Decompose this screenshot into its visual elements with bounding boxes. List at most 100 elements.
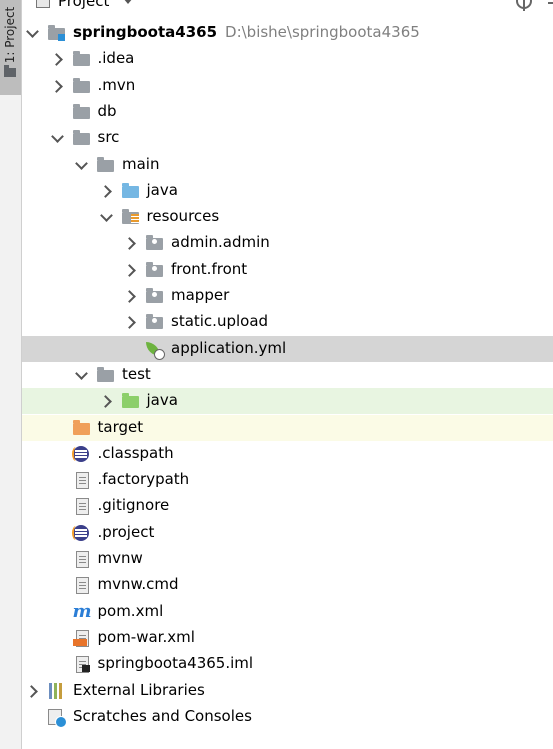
eclipse-icon [71, 525, 91, 541]
project-view-selector[interactable]: Project [58, 0, 109, 10]
tree-row[interactable]: resources [22, 204, 553, 230]
chevron-down-icon[interactable] [75, 368, 87, 382]
tree-row[interactable]: admin.admin [22, 230, 553, 256]
tree-item-label-wrap: java [147, 391, 178, 409]
tree-item-label: .classpath [97, 444, 174, 462]
chevron-down-icon[interactable] [51, 131, 63, 145]
text-file-icon [73, 498, 91, 515]
project-folder-icon [48, 25, 66, 41]
tree-item-label: resources [146, 207, 220, 225]
chevron-right-icon[interactable] [124, 315, 136, 329]
tree-item-label-wrap: .idea [98, 49, 135, 67]
tree-row[interactable]: .factorypath [22, 467, 553, 493]
tree-item-label-wrap: springboota4365.iml [98, 654, 254, 672]
libraries-icon [48, 683, 66, 699]
chevron-right-icon[interactable] [51, 52, 63, 66]
tree-item-label: front.front [171, 260, 248, 278]
tree-row[interactable]: springboota4365 D:\bishe\springboota4365 [22, 20, 553, 46]
tree-item-label-wrap: mvnw [98, 549, 143, 567]
tree-row[interactable]: .classpath [22, 441, 553, 467]
tree-row[interactable]: front.front [22, 257, 553, 283]
test-folder-icon [121, 393, 140, 409]
tree-item-label-wrap: src [98, 128, 120, 146]
chevron-right-icon[interactable] [124, 263, 136, 277]
tree-item-label-wrap: pom.xml [98, 602, 164, 620]
tree-row[interactable]: .mvn [22, 73, 553, 99]
tree-item-label: springboota4365 [73, 23, 218, 41]
chevron-right-icon[interactable] [124, 289, 136, 303]
project-tool-tab[interactable]: 1: Project [0, 0, 21, 95]
tree-row[interactable]: mapper [22, 283, 553, 309]
chevron-down-icon[interactable] [26, 26, 38, 40]
tree-row[interactable]: springboota4365.iml [22, 651, 553, 677]
tree-item-label: pom-war.xml [97, 628, 195, 646]
tree-item-label-wrap: .gitignore [98, 496, 170, 514]
tree-item-label-wrap: main [122, 155, 159, 173]
folder-icon [72, 130, 91, 146]
text-file-icon [73, 577, 91, 594]
folder-icon [97, 157, 115, 173]
tree-item-label-wrap: application.yml [171, 339, 286, 357]
tree-item-label: springboota4365.iml [97, 654, 254, 672]
tree-item-label-wrap: target [98, 418, 144, 436]
tree-row[interactable]: pom-war.xml [22, 625, 553, 651]
minimize-icon[interactable] [548, 2, 553, 4]
tree-item-label-wrap: .project [98, 523, 155, 541]
folder-icon [72, 51, 91, 67]
tree-row[interactable]: test [22, 362, 553, 388]
tree-item-label-wrap: Scratches and Consoles [73, 707, 252, 725]
scratches-icon [48, 709, 67, 728]
tree-item-label: target [97, 418, 144, 436]
chevron-down-icon[interactable] [123, 0, 133, 4]
tree-item-label: Scratches and Consoles [73, 707, 252, 725]
chevron-right-icon[interactable] [100, 184, 112, 198]
tree-row[interactable]: main [22, 152, 553, 178]
tree-item-label-wrap: mapper [171, 286, 229, 304]
tree-row[interactable]: .gitignore [22, 493, 553, 519]
tree-row[interactable]: m pom.xml [22, 599, 553, 625]
tree-row[interactable]: db [22, 99, 553, 125]
tree-item-label-wrap: springboota4365 D:\bishe\springboota4365 [73, 23, 420, 41]
tree-row[interactable]: target [22, 415, 553, 441]
tree-item-label: admin.admin [171, 233, 270, 251]
tree-row[interactable]: static.upload [22, 309, 553, 335]
tree-row[interactable]: mvnw.cmd [22, 572, 553, 598]
text-file-icon [73, 551, 91, 568]
chevron-down-icon[interactable] [100, 210, 112, 224]
package-icon [146, 288, 164, 304]
maven-icon: m [72, 601, 92, 622]
tree-item-label: mapper [171, 286, 230, 304]
package-icon [146, 314, 164, 330]
text-file-icon [73, 472, 91, 489]
tree-row[interactable]: .project [22, 520, 553, 546]
chevron-right-icon[interactable] [26, 684, 38, 698]
tree-item-label: java [146, 391, 178, 409]
chevron-right-icon[interactable] [124, 236, 136, 250]
chevron-down-icon[interactable] [75, 158, 87, 172]
left-tool-strip: 1: Project [0, 0, 22, 749]
tree-row[interactable]: src [22, 125, 553, 151]
tree-item-label: External Libraries [73, 681, 205, 699]
locate-icon[interactable] [516, 0, 532, 11]
tree-row[interactable]: .idea [22, 46, 553, 72]
xml-file-icon [72, 630, 91, 647]
tree-row[interactable]: Scratches and Consoles [22, 704, 553, 730]
tree-row[interactable]: mvnw [22, 546, 553, 572]
tree-item-label: java [146, 181, 178, 199]
chevron-right-icon[interactable] [51, 79, 63, 93]
tree-item-label: .project [97, 523, 155, 541]
tree-item-label-wrap: resources [147, 207, 220, 225]
excluded-folder-icon [72, 420, 91, 436]
tree-row[interactable]: java [22, 388, 553, 414]
tree-item-label: test [122, 365, 151, 383]
tree-row[interactable]: java [22, 178, 553, 204]
chevron-right-icon[interactable] [100, 394, 112, 408]
folder-icon [97, 367, 115, 383]
tree-item-label-wrap: .mvn [98, 76, 136, 94]
folder-icon [4, 65, 16, 77]
tree-item-label: .idea [97, 49, 135, 67]
tree-row[interactable]: application.yml [22, 336, 553, 362]
tree-item-label: main [122, 155, 160, 173]
tree-item-label: static.upload [171, 312, 269, 330]
tree-row[interactable]: External Libraries [22, 678, 553, 704]
